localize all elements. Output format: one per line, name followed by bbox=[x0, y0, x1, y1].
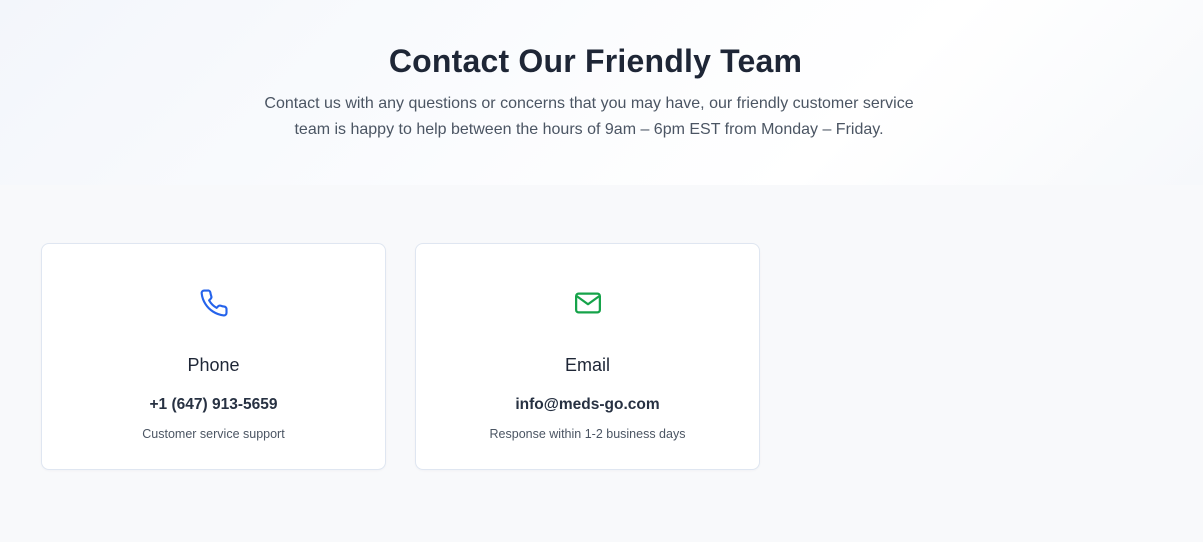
contact-hero: Contact Our Friendly Team Contact us wit… bbox=[0, 0, 1203, 185]
page-title: Contact Our Friendly Team bbox=[388, 43, 803, 79]
email-card: Email info@meds-go.com Response within 1… bbox=[415, 243, 760, 470]
mail-icon bbox=[573, 288, 603, 318]
phone-card: Phone +1 (647) 913-5659 Customer service… bbox=[41, 243, 386, 470]
email-card-note: Response within 1-2 business days bbox=[489, 427, 686, 441]
email-card-title: Email bbox=[564, 355, 610, 375]
email-address[interactable]: info@meds-go.com bbox=[416, 394, 759, 416]
phone-icon bbox=[199, 288, 229, 318]
phone-card-note: Customer service support bbox=[142, 427, 285, 441]
phone-number[interactable]: +1 (647) 913-5659 bbox=[42, 394, 385, 416]
phone-card-title: Phone bbox=[187, 355, 240, 375]
page-subtitle: Contact us with any questions or concern… bbox=[264, 95, 914, 138]
